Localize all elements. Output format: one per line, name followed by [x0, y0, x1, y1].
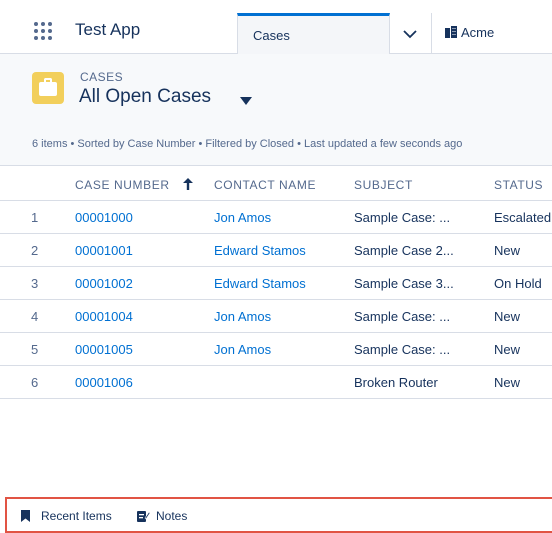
column-header-status[interactable]: STATUS [494, 178, 543, 192]
tab-menu-button[interactable] [390, 13, 432, 54]
subject-cell: Sample Case: ... [354, 309, 451, 324]
caret-down-icon[interactable] [240, 97, 252, 105]
table-row: 2 00001001 Edward Stamos Sample Case 2..… [0, 235, 552, 267]
case-number-link[interactable]: 00001005 [75, 342, 133, 357]
recent-items-label: Recent Items [41, 509, 112, 523]
utility-bar: Recent Items Notes [5, 497, 552, 533]
table-row: 5 00001005 Jon Amos Sample Case: ... New [0, 334, 552, 366]
app-launcher-icon[interactable] [34, 22, 52, 40]
top-nav-bar: Test App Cases Acme [0, 0, 552, 54]
case-number-link[interactable]: 00001006 [75, 375, 133, 390]
contact-name-link[interactable]: Edward Stamos [214, 276, 306, 291]
app-name: Test App [75, 20, 141, 39]
subject-cell: Broken Router [354, 375, 438, 390]
column-header-subject[interactable]: SUBJECT [354, 178, 413, 192]
row-number: 4 [31, 309, 39, 324]
tab-acme[interactable]: Acme [432, 13, 552, 54]
status-cell: On Hold [494, 276, 542, 291]
object-label: CASES [80, 70, 124, 84]
table-row: 4 00001004 Jon Amos Sample Case: ... New [0, 301, 552, 333]
subject-cell: Sample Case: ... [354, 210, 451, 225]
case-number-link[interactable]: 00001002 [75, 276, 133, 291]
subject-cell: Sample Case 2... [354, 243, 454, 258]
column-header-contact-name[interactable]: CONTACT NAME [214, 178, 316, 192]
notes-label: Notes [156, 509, 188, 523]
list-view-header: CASES All Open Cases 6 items • Sorted by… [0, 54, 552, 166]
tab-cases[interactable]: Cases [237, 13, 390, 54]
tab-acme-label: Acme [461, 25, 495, 40]
case-number-link[interactable]: 00001001 [75, 243, 133, 258]
contact-name-link[interactable]: Jon Amos [214, 309, 271, 324]
status-cell: New [494, 243, 521, 258]
contact-name-link[interactable]: Edward Stamos [214, 243, 306, 258]
subject-cell: Sample Case: ... [354, 342, 451, 357]
building-icon [445, 26, 457, 38]
status-cell: New [494, 375, 521, 390]
status-cell: Escalated [494, 210, 552, 225]
row-number: 6 [31, 375, 39, 390]
table-row: 1 00001000 Jon Amos Sample Case: ... Esc… [0, 202, 552, 234]
table-header-row: CASE NUMBER CONTACT NAME SUBJECT STATUS [0, 169, 552, 201]
bookmark-icon [21, 510, 30, 522]
row-number: 3 [31, 276, 39, 291]
status-cell: New [494, 342, 521, 357]
note-icon [137, 511, 150, 522]
table-row: 3 00001002 Edward Stamos Sample Case 3..… [0, 268, 552, 300]
row-number: 1 [31, 210, 39, 225]
tab-cases-label: Cases [253, 28, 290, 43]
case-number-link[interactable]: 00001004 [75, 309, 133, 324]
chevron-down-icon [403, 30, 417, 39]
subject-cell: Sample Case 3... [354, 276, 454, 291]
list-view-title[interactable]: All Open Cases [79, 86, 211, 108]
contact-name-link[interactable]: Jon Amos [214, 210, 271, 225]
contact-name-link[interactable]: Jon Amos [214, 342, 271, 357]
sort-ascending-icon[interactable] [183, 178, 193, 190]
row-number: 2 [31, 243, 39, 258]
case-number-link[interactable]: 00001000 [75, 210, 133, 225]
briefcase-icon [32, 72, 64, 104]
row-number: 5 [31, 342, 39, 357]
table-row: 6 00001006 Broken Router New [0, 367, 552, 399]
status-cell: New [494, 309, 521, 324]
list-view-meta: 6 items • Sorted by Case Number • Filter… [32, 138, 463, 150]
column-header-case-number[interactable]: CASE NUMBER [75, 178, 170, 192]
